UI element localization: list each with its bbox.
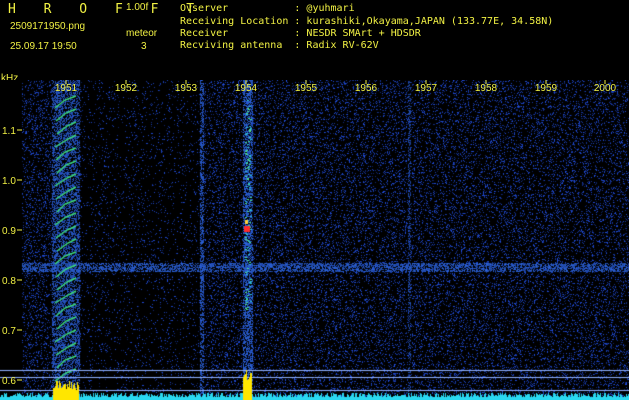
image-filename: 2509171950.png (10, 21, 86, 32)
meteor-count-value: 3 (141, 41, 147, 52)
meteor-count-label: meteor (126, 28, 158, 39)
hroft-window: { "header": { "title": "H R O F F T", "v… (0, 0, 629, 400)
app-title: H R O F F T (8, 2, 205, 17)
info-antenna: Recviving antenna : Radix RV-62V (180, 40, 379, 51)
spectrogram-canvas (0, 80, 629, 400)
info-observer: Ovserver : @yuhmari (180, 3, 355, 14)
capture-datetime: 25.09.17 19:50 (10, 41, 77, 52)
app-version: 1.00f (126, 2, 149, 13)
info-receiver: Receiver : NESDR SMArt + HDSDR (180, 28, 421, 39)
info-location: Receiving Location : kurashiki,Okayama,J… (180, 16, 554, 27)
